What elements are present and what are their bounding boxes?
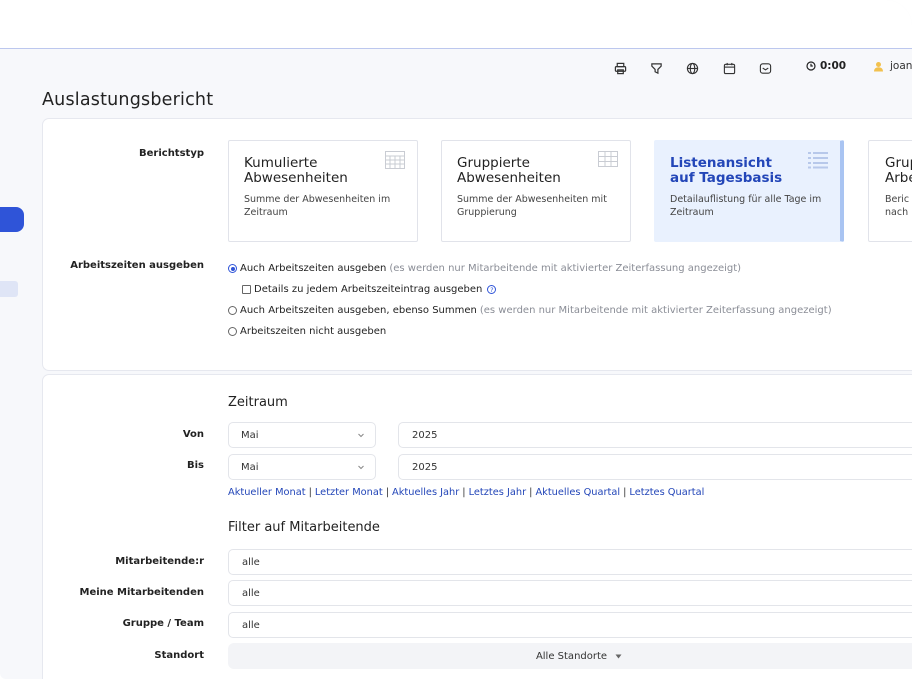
- radio-button[interactable]: [228, 306, 237, 315]
- tile-grouped-absences[interactable]: Gruppierte Abwesenheiten Summe der Abwes…: [441, 140, 631, 242]
- to-month-select[interactable]: Mai: [228, 454, 376, 480]
- chevron-down-icon: [358, 465, 364, 470]
- selected-value: Mai: [241, 462, 259, 473]
- checkbox[interactable]: [242, 285, 251, 294]
- to-label: Bis: [186, 460, 204, 471]
- link-last-quarter[interactable]: Letztes Quartal: [629, 487, 704, 498]
- group-team-label: Gruppe / Team: [122, 618, 204, 629]
- worktime-details-option[interactable]: Details zu jedem Arbeitszeiteintrag ausg…: [242, 284, 497, 295]
- link-last-year[interactable]: Letztes Jahr: [469, 487, 527, 498]
- timer-label: 0:00: [820, 60, 847, 72]
- option-text: Details zu jedem Arbeitszeiteintrag ausg…: [254, 284, 483, 295]
- option-text: Auch Arbeitszeiten ausgeben: [240, 263, 387, 274]
- employee-select[interactable]: alle: [228, 549, 912, 575]
- clock-icon: [806, 61, 816, 71]
- timer-display[interactable]: 0:00: [806, 60, 846, 72]
- user-avatar-icon: [874, 61, 883, 71]
- to-year-input[interactable]: 2025: [398, 454, 912, 480]
- radio-button[interactable]: [228, 327, 237, 336]
- worktime-option-2[interactable]: Auch Arbeitszeiten ausgeben, ebenso Summ…: [228, 305, 832, 316]
- user-name: joan: [890, 60, 912, 72]
- help-icon[interactable]: ?: [487, 285, 497, 294]
- inbox-icon[interactable]: [758, 61, 772, 75]
- radio-button[interactable]: [228, 264, 237, 273]
- tile-description: Detailauflistung für alle Tage im Zeitra…: [670, 194, 822, 218]
- tile-grouped-worktime[interactable]: Grup Arbe Beric nach: [868, 140, 912, 242]
- from-label: Von: [182, 429, 204, 440]
- option-text: Auch Arbeitszeiten ausgeben, ebenso Summ…: [240, 305, 477, 316]
- tile-cumulative-absences[interactable]: Kumulierte Abwesenheiten Summe der Abwes…: [228, 140, 418, 242]
- option-hint: (es werden nur Mitarbeitende mit aktivie…: [479, 305, 832, 316]
- worktime-option-1[interactable]: Auch Arbeitszeiten ausgeben (es werden n…: [228, 263, 741, 274]
- calendar-icon[interactable]: [722, 61, 736, 75]
- report-type-label: Berichtstyp: [139, 148, 204, 159]
- chevron-down-icon: [358, 433, 364, 438]
- period-heading: Zeitraum: [228, 395, 288, 410]
- my-employees-label: Meine Mitarbeitenden: [79, 587, 205, 598]
- top-header-bar: [0, 0, 912, 49]
- calculator-icon: [385, 151, 405, 169]
- tile-title: Listenansicht auf Tagesbasis: [670, 155, 783, 186]
- option-text: Arbeitszeiten nicht ausgeben: [240, 326, 387, 337]
- page-title: Auslastungsbericht: [42, 90, 214, 110]
- app-window: 0:00 joan Auslastungsbericht Berichtstyp…: [0, 0, 912, 679]
- globe-icon[interactable]: [685, 61, 699, 75]
- from-year-input[interactable]: 2025: [398, 422, 912, 448]
- group-team-select[interactable]: alle: [228, 612, 912, 638]
- table-icon: [598, 151, 618, 167]
- location-value: Alle Standorte: [535, 650, 608, 662]
- worktime-option-3[interactable]: Arbeitszeiten nicht ausgeben: [228, 326, 386, 337]
- print-icon[interactable]: [613, 61, 627, 75]
- tile-description: Summe der Abwesenheiten mit Gruppierung: [457, 194, 607, 218]
- worktime-label: Arbeitszeiten ausgeben: [70, 260, 204, 271]
- tile-title: Grup Arbe: [885, 155, 912, 186]
- link-current-month[interactable]: Aktueller Monat: [228, 487, 306, 498]
- selected-value: Mai: [241, 430, 259, 441]
- quick-period-links: Aktueller Monat | Letzter Monat | Aktuelles …: [228, 487, 705, 498]
- location-dropdown[interactable]: Alle Standorte: [228, 643, 912, 669]
- user-menu[interactable]: joan: [873, 60, 912, 72]
- my-employees-select[interactable]: alle: [228, 580, 912, 606]
- link-current-quarter[interactable]: Aktuelles Quartal: [535, 487, 620, 498]
- sidebar-active-item[interactable]: [0, 207, 24, 232]
- option-hint: (es werden nur Mitarbeitende mit aktivie…: [389, 263, 742, 274]
- sidebar-item[interactable]: [0, 281, 18, 297]
- from-month-select[interactable]: Mai: [228, 422, 376, 448]
- tile-description: Beric nach: [885, 194, 910, 218]
- tile-title: Gruppierte Abwesenheiten: [457, 155, 561, 186]
- link-last-month[interactable]: Letzter Monat: [315, 487, 383, 498]
- filter-heading: Filter auf Mitarbeitende: [228, 520, 380, 535]
- link-current-year[interactable]: Aktuelles Jahr: [392, 487, 459, 498]
- tile-title: Kumulierte Abwesenheiten: [244, 155, 348, 186]
- list-icon: [808, 152, 828, 169]
- location-label: Standort: [154, 650, 204, 661]
- tile-daily-list-view[interactable]: Listenansicht auf Tagesbasis Detailaufli…: [654, 140, 844, 242]
- tile-description: Summe der Abwesenheiten im Zeitraum: [244, 194, 391, 218]
- employee-label: Mitarbeitende:r: [115, 556, 204, 567]
- funnel-icon[interactable]: [649, 61, 663, 75]
- caret-down-icon: [615, 654, 622, 658]
